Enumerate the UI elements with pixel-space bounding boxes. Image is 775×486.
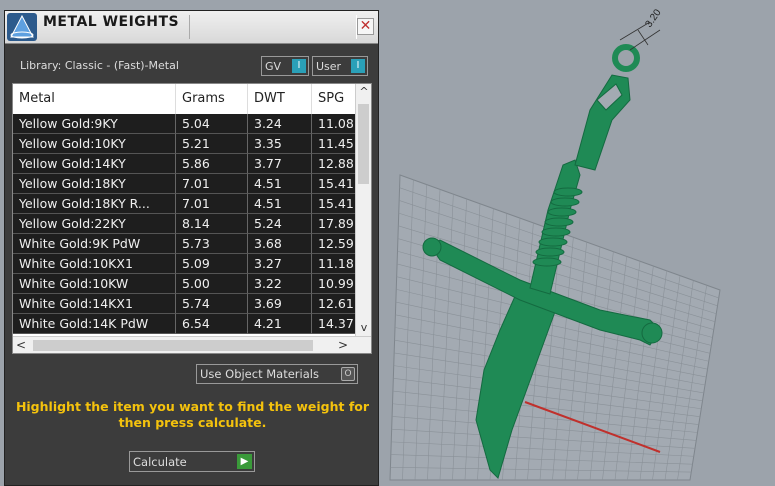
table-row[interactable]: Yellow Gold:9KY 5.04 3.24 11.08: [13, 114, 355, 134]
table-row[interactable]: White Gold:10KW 5.00 3.22 10.99: [13, 274, 355, 294]
library-label: Library: Classic - (Fast)-Metal: [20, 59, 179, 72]
user-toggle[interactable]: User I: [312, 56, 368, 76]
table-row[interactable]: Yellow Gold:22KY 8.14 5.24 17.89: [13, 214, 355, 234]
cell-dwt: 3.22: [248, 274, 312, 294]
cell-dwt: 3.35: [248, 134, 312, 154]
cell-metal: White Gold:9K PdW: [13, 234, 176, 254]
table-row[interactable]: White Gold:14KX1 5.74 3.69 12.61: [13, 294, 355, 314]
cell-grams: 5.74: [176, 294, 248, 314]
cell-spg: 12.59: [312, 234, 355, 254]
gv-toggle[interactable]: GV I: [261, 56, 309, 76]
table-row[interactable]: White Gold:14K PdW 6.54 4.21 14.37: [13, 314, 355, 334]
scroll-up-icon[interactable]: ^: [356, 84, 371, 100]
close-icon: ✕: [359, 18, 372, 34]
cell-metal: Yellow Gold:22KY: [13, 214, 176, 234]
radio-icon: O: [341, 367, 355, 381]
cell-grams: 5.04: [176, 114, 248, 134]
cell-spg: 12.61: [312, 294, 355, 314]
cell-spg: 11.08: [312, 114, 355, 134]
cell-spg: 11.45: [312, 134, 355, 154]
table-row[interactable]: Yellow Gold:18KY R... 7.01 4.51 15.41: [13, 194, 355, 214]
column-header-spg[interactable]: SPG: [312, 84, 355, 114]
table-row[interactable]: White Gold:10KX1 5.09 3.27 11.18: [13, 254, 355, 274]
scroll-left-icon[interactable]: <: [13, 337, 29, 353]
table-row[interactable]: Yellow Gold:14KY 5.86 3.77 12.88: [13, 154, 355, 174]
table-row[interactable]: Yellow Gold:10KY 5.21 3.35 11.45: [13, 134, 355, 154]
cell-metal: White Gold:14KX1: [13, 294, 176, 314]
vertical-scrollbar[interactable]: ^ v: [355, 84, 371, 337]
user-toggle-knob-icon: I: [351, 59, 365, 73]
cell-metal: Yellow Gold:9KY: [13, 114, 176, 134]
play-icon: ▶: [237, 454, 252, 469]
cell-spg: 17.89: [312, 214, 355, 234]
table-header: Metal Grams DWT SPG: [13, 84, 355, 114]
vertical-scroll-thumb[interactable]: [358, 104, 369, 184]
cell-dwt: 3.24: [248, 114, 312, 134]
table-row[interactable]: Yellow Gold:18KY 7.01 4.51 15.41: [13, 174, 355, 194]
app-logo-icon: [7, 13, 37, 41]
cell-dwt: 3.68: [248, 234, 312, 254]
cell-spg: 11.18: [312, 254, 355, 274]
cell-metal: Yellow Gold:10KY: [13, 134, 176, 154]
cell-grams: 5.21: [176, 134, 248, 154]
cell-dwt: 4.51: [248, 194, 312, 214]
horizontal-scroll-thumb[interactable]: [33, 340, 313, 351]
cell-spg: 10.99: [312, 274, 355, 294]
cell-spg: 12.88: [312, 154, 355, 174]
use-object-materials-label: Use Object Materials: [200, 367, 319, 381]
cell-grams: 6.54: [176, 314, 248, 334]
cell-grams: 5.00: [176, 274, 248, 294]
gv-label: GV: [265, 60, 282, 73]
cell-metal: White Gold:10KW: [13, 274, 176, 294]
cell-metal: Yellow Gold:18KY R...: [13, 194, 176, 214]
scroll-right-icon[interactable]: >: [335, 337, 351, 353]
cell-grams: 5.73: [176, 234, 248, 254]
horizontal-scrollbar[interactable]: < >: [13, 336, 371, 353]
metal-weights-panel: METAL WEIGHTS ✕ Library: Classic - (Fast…: [4, 10, 379, 486]
metal-table: Metal Grams DWT SPG Yellow Gold:9KY 5.04 3…: [12, 83, 372, 354]
cell-spg: 15.41: [312, 174, 355, 194]
column-header-grams[interactable]: Grams: [176, 84, 248, 114]
panel-titlebar[interactable]: METAL WEIGHTS ✕: [5, 11, 378, 44]
cell-dwt: 3.69: [248, 294, 312, 314]
title-tab-area: [189, 15, 357, 39]
panel-title: METAL WEIGHTS: [43, 14, 180, 30]
calculate-label: Calculate: [133, 455, 187, 469]
user-label: User: [316, 60, 342, 73]
cell-metal: Yellow Gold:14KY: [13, 154, 176, 174]
cell-grams: 5.86: [176, 154, 248, 174]
column-header-dwt[interactable]: DWT: [248, 84, 312, 114]
cell-spg: 15.41: [312, 194, 355, 214]
cell-grams: 7.01: [176, 194, 248, 214]
use-object-materials-toggle[interactable]: Use Object Materials O: [196, 364, 358, 384]
cell-dwt: 4.21: [248, 314, 312, 334]
close-button[interactable]: ✕: [357, 18, 374, 35]
cell-dwt: 5.24: [248, 214, 312, 234]
cell-grams: 8.14: [176, 214, 248, 234]
calculate-button[interactable]: Calculate ▶: [129, 451, 255, 472]
cell-metal: White Gold:10KX1: [13, 254, 176, 274]
cell-metal: Yellow Gold:18KY: [13, 174, 176, 194]
cell-dwt: 3.77: [248, 154, 312, 174]
gv-toggle-knob-icon: I: [292, 59, 306, 73]
table-row[interactable]: White Gold:9K PdW 5.73 3.68 12.59: [13, 234, 355, 254]
column-header-metal[interactable]: Metal: [13, 84, 176, 114]
cell-metal: White Gold:14K PdW: [13, 314, 176, 334]
cell-grams: 7.01: [176, 174, 248, 194]
cell-dwt: 3.27: [248, 254, 312, 274]
instruction-text: Highlight the item you want to find the …: [15, 399, 370, 430]
cell-spg: 14.37: [312, 314, 355, 334]
scroll-down-icon[interactable]: v: [356, 320, 371, 336]
cell-grams: 5.09: [176, 254, 248, 274]
cell-dwt: 4.51: [248, 174, 312, 194]
